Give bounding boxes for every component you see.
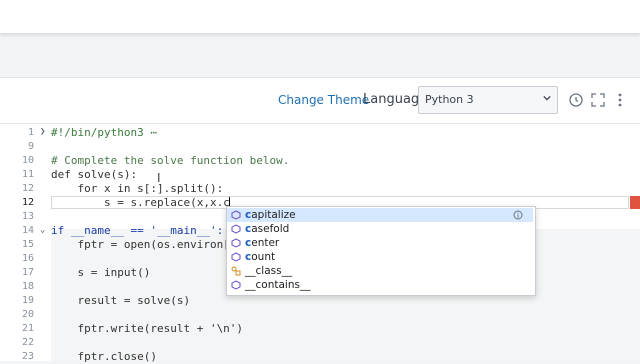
line-number: 23 — [21, 351, 34, 362]
line-text: fptr.write(result + '\n') — [51, 322, 244, 335]
code-line: 11 def solve(s): — [0, 168, 640, 182]
code-line: 9 — [0, 140, 640, 154]
line-text: fptr.close() — [51, 350, 157, 363]
editor-toolbar: Change Theme Language Python 3 — [0, 78, 640, 124]
chevron-down-icon — [543, 95, 551, 101]
fullscreen-icon[interactable] — [590, 92, 606, 108]
method-icon — [231, 210, 241, 220]
line-text: #!/bin/python3 ⋯ — [51, 126, 157, 139]
line-text: fptr = open(os.environ[ — [51, 238, 230, 251]
suggestion-item[interactable]: __contains__ — [227, 278, 533, 292]
code-line: 19 result = solve(s) — [0, 294, 640, 308]
fold-right-icon[interactable]: ❯ — [40, 127, 45, 137]
line-number: 16 — [21, 253, 34, 264]
line-text: # Complete the solve function below. — [51, 154, 290, 167]
suggestion-item[interactable]: center — [227, 236, 533, 250]
change-theme-link[interactable]: Change Theme — [278, 93, 369, 107]
method-icon — [231, 224, 241, 234]
mouse-ibeam-cursor: I — [157, 171, 161, 185]
line-text: for x in s[:].split(): — [51, 182, 224, 195]
line-number: 14 — [21, 225, 34, 236]
language-select[interactable]: Python 3 — [418, 86, 558, 114]
suggestion-item[interactable]: capitalize — [227, 208, 533, 222]
line-number: 10 — [21, 155, 34, 166]
line-number: 12 — [21, 197, 34, 208]
code-line: 20 — [0, 308, 640, 322]
suggestion-item[interactable]: casefold — [227, 222, 533, 236]
line-number: 20 — [21, 309, 34, 320]
code-line: 23 fptr.close() — [0, 350, 640, 364]
fold-down-icon[interactable]: ⌄ — [40, 225, 45, 235]
line-number: 21 — [21, 323, 34, 334]
method-icon — [231, 238, 241, 248]
more-options-icon[interactable] — [612, 92, 628, 108]
line-number: 13 — [21, 211, 34, 222]
line-text: result = solve(s) — [51, 294, 191, 307]
line-text: s = input() — [51, 266, 151, 279]
method-icon — [231, 252, 241, 262]
autocomplete-popup: capitalize casefold center count __class… — [226, 206, 536, 296]
code-line: 21 fptr.write(result + '\n') — [0, 322, 640, 336]
code-line: 12 for x in s[:].split(): — [0, 182, 640, 196]
line-number: 22 — [21, 337, 34, 348]
line-text: def solve(s): — [51, 168, 138, 181]
line-number: 18 — [21, 281, 34, 292]
line-number: 11 — [21, 169, 34, 180]
code-line: 10 # Complete the solve function below. — [0, 154, 640, 168]
line-text: s = s.replace(x,x.c — [51, 196, 230, 209]
error-marker — [630, 196, 640, 209]
reset-code-icon[interactable] — [568, 92, 584, 108]
suggestion-item[interactable]: __class__ — [227, 264, 533, 278]
class-icon — [231, 266, 241, 276]
line-text: if __name__ == '__main__': — [51, 224, 224, 237]
line-number: 12 — [21, 183, 34, 194]
line-number: 1 — [27, 127, 34, 138]
method-icon — [231, 280, 241, 290]
code-line: 22 — [0, 336, 640, 350]
suggestion-item[interactable]: count — [227, 250, 533, 264]
code-line: 1 ❯ #!/bin/python3 ⋯ — [0, 126, 640, 140]
language-value: Python 3 — [425, 93, 474, 106]
line-number: 17 — [21, 267, 34, 278]
line-number: 9 — [27, 141, 34, 152]
info-icon[interactable] — [513, 210, 523, 220]
line-number: 19 — [21, 295, 34, 306]
line-number: 15 — [21, 239, 34, 250]
problem-header-card — [0, 0, 640, 33]
